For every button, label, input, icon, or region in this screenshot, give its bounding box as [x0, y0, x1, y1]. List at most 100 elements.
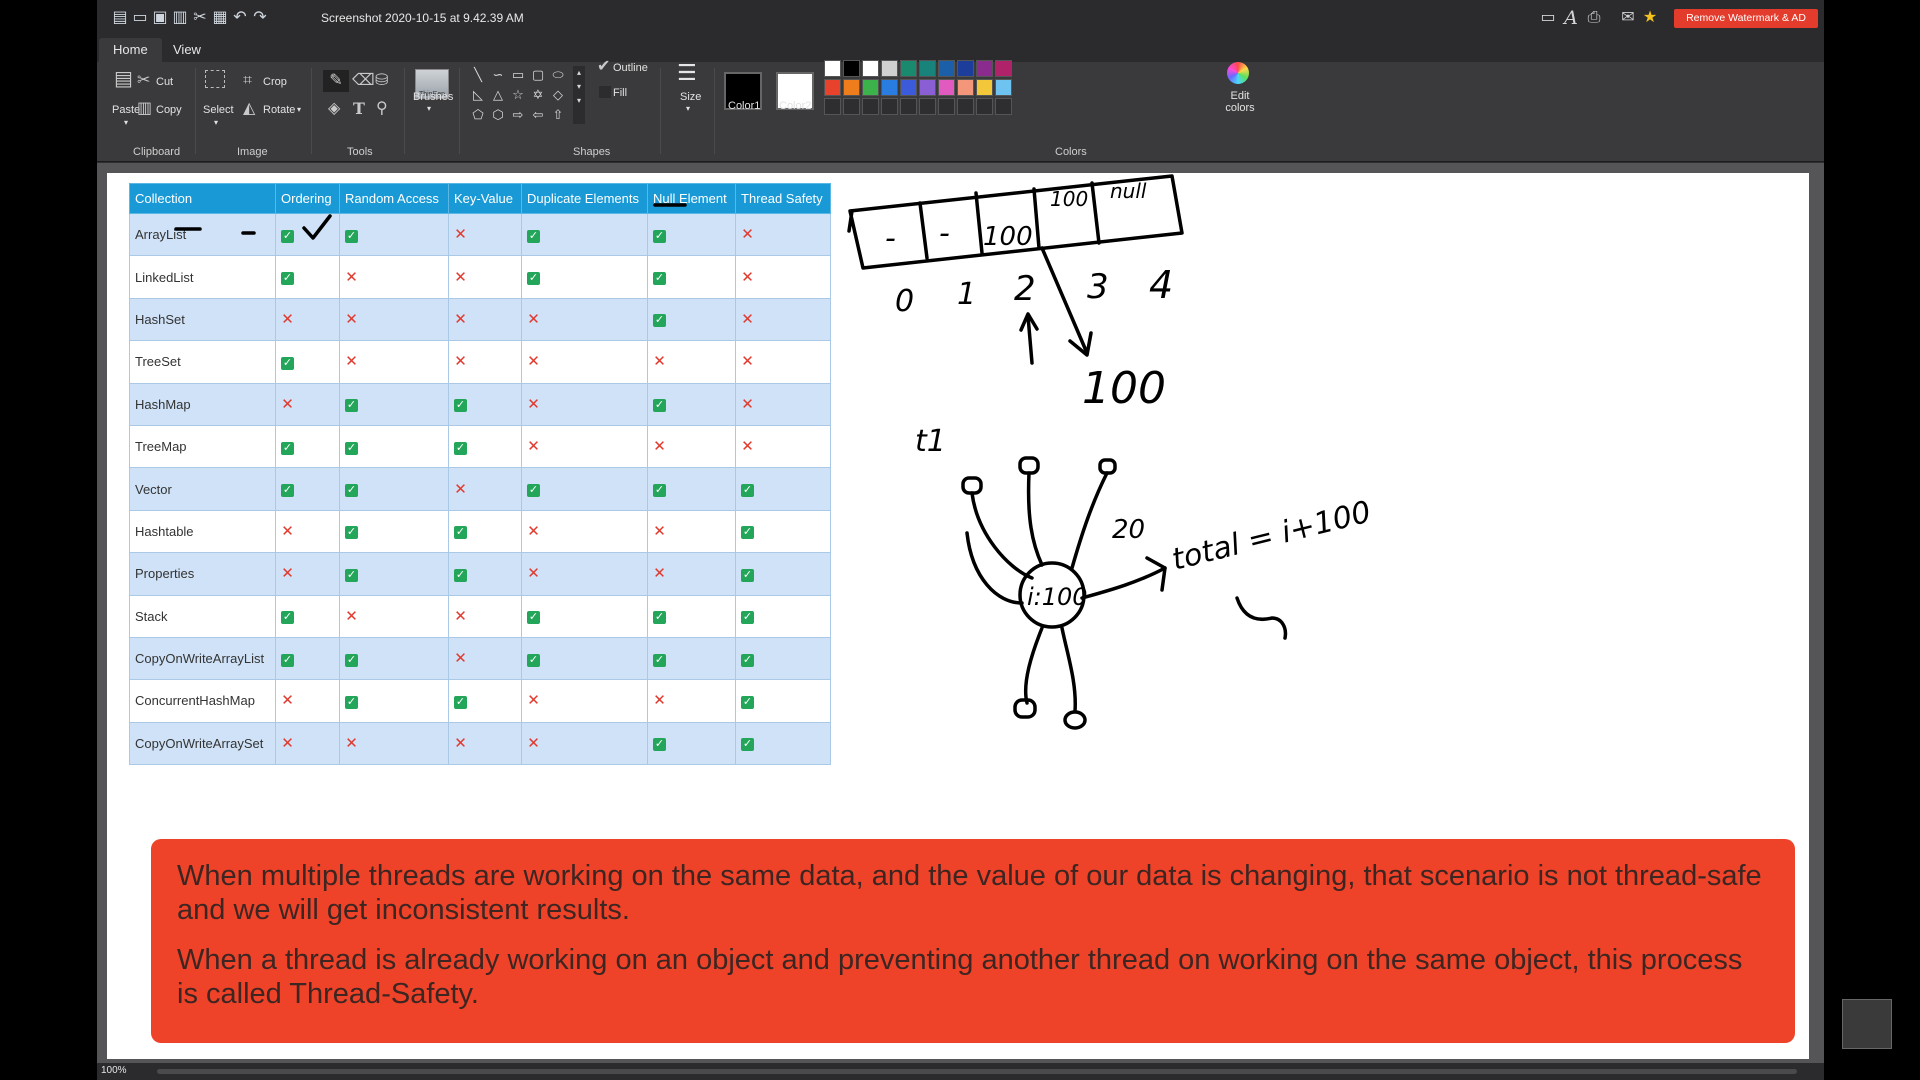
star-shape-icon[interactable]: ☆ — [509, 86, 527, 104]
diamond-shape-icon[interactable]: ◇ — [549, 86, 567, 104]
rectangle-shape-icon[interactable]: ▭ — [509, 66, 527, 84]
fill-button[interactable]: Fill — [613, 87, 627, 99]
star-icon[interactable]: ★ — [1639, 8, 1661, 28]
eraser-icon[interactable]: ⌫ — [352, 72, 375, 90]
magnifier-icon[interactable]: ⚲ — [376, 100, 388, 118]
mail-icon[interactable]: ✉ — [1617, 8, 1639, 28]
color-swatch[interactable] — [919, 79, 936, 96]
edit-colors-button[interactable]: Edit colors — [1223, 90, 1257, 114]
array-box-left-tick — [847, 209, 854, 233]
arrow-right-shape-icon[interactable]: ⇨ — [509, 106, 527, 124]
select-dropdown-icon[interactable]: ▾ — [214, 118, 218, 127]
outline-check-icon[interactable]: ✔ — [597, 58, 610, 76]
color-swatch[interactable] — [976, 79, 993, 96]
color-swatch[interactable] — [957, 60, 974, 77]
tab-view[interactable]: View — [159, 38, 215, 62]
right-triangle-shape-icon[interactable]: ◺ — [469, 86, 487, 104]
color-swatch[interactable] — [976, 60, 993, 77]
arrow-left-shape-icon[interactable]: ⇦ — [529, 106, 547, 124]
color-swatch[interactable] — [824, 79, 841, 96]
select-icon[interactable] — [205, 70, 225, 88]
print-icon[interactable]: ⎙ — [1583, 8, 1605, 28]
shapes-scroll-icon[interactable]: ▴ ▾ ▾ — [573, 66, 585, 124]
arrow-up-shape-icon[interactable]: ⇧ — [549, 106, 567, 124]
open-folder-icon[interactable]: ▭ — [131, 9, 149, 27]
color-swatch[interactable] — [957, 79, 974, 96]
save-as-icon[interactable]: ▥ — [171, 9, 189, 27]
copy-button[interactable]: Copy — [156, 104, 182, 116]
feature-cell: ✕ — [521, 382, 648, 426]
custom-color-slot[interactable] — [976, 98, 993, 115]
custom-color-slot[interactable] — [938, 98, 955, 115]
triangle-shape-icon[interactable]: △ — [489, 86, 507, 104]
redo-icon[interactable]: ↷ — [251, 9, 269, 27]
size-dropdown-icon[interactable]: ▾ — [686, 104, 690, 113]
star6-shape-icon[interactable]: ✡ — [529, 86, 547, 104]
size-button[interactable]: Size — [680, 91, 701, 103]
color-swatch[interactable] — [881, 79, 898, 96]
paste-icon[interactable]: ▤ — [114, 69, 133, 89]
curve-shape-icon[interactable]: ∽ — [489, 66, 507, 84]
custom-color-slot[interactable] — [900, 98, 917, 115]
color-swatch[interactable] — [843, 60, 860, 77]
paste-icon[interactable]: ▦ — [211, 9, 229, 27]
fill-box-icon[interactable] — [599, 86, 611, 98]
edit-colors-wheel-icon[interactable] — [1227, 62, 1249, 84]
custom-color-slot[interactable] — [995, 98, 1012, 115]
save-icon[interactable]: ▣ — [151, 9, 169, 27]
zoom-level[interactable]: 100% — [101, 1065, 127, 1076]
outline-button[interactable]: Outline — [613, 62, 648, 74]
color-swatch[interactable] — [995, 79, 1012, 96]
hexagon-shape-icon[interactable]: ⬡ — [489, 106, 507, 124]
tab-home[interactable]: Home — [99, 38, 162, 62]
custom-color-slot[interactable] — [843, 98, 860, 115]
cut-icon[interactable]: ✂ — [137, 72, 150, 90]
select-button[interactable]: Select — [203, 104, 234, 116]
copy-icon[interactable]: ▥ — [137, 100, 152, 118]
rotate-icon[interactable]: ◭ — [243, 100, 255, 118]
custom-color-slot[interactable] — [824, 98, 841, 115]
cut-icon[interactable]: ✂ — [191, 9, 209, 27]
brushes-dropdown-icon[interactable]: ▾ — [427, 104, 431, 113]
font-icon[interactable]: A — [1560, 8, 1582, 28]
drawing-canvas[interactable]: Collection Ordering Random Access Key-Va… — [107, 173, 1809, 1059]
size-lines-icon[interactable]: ☰ — [677, 62, 697, 84]
color-swatch[interactable] — [995, 60, 1012, 77]
custom-color-slot[interactable] — [881, 98, 898, 115]
rotate-dropdown-icon[interactable]: ▾ — [297, 105, 301, 114]
remove-watermark-button[interactable]: Remove Watermark & AD — [1674, 9, 1818, 28]
paste-button[interactable]: Paste — [112, 104, 140, 116]
horizontal-scrollbar[interactable] — [157, 1069, 1797, 1074]
crop-button[interactable]: Crop — [263, 76, 287, 88]
color-swatch[interactable] — [843, 79, 860, 96]
color-swatch[interactable] — [900, 60, 917, 77]
ellipse-shape-icon[interactable]: ⬭ — [549, 66, 567, 84]
custom-color-slot[interactable] — [862, 98, 879, 115]
color-swatch[interactable] — [824, 60, 841, 77]
color-swatch[interactable] — [862, 60, 879, 77]
line-shape-icon[interactable]: ╲ — [469, 66, 487, 84]
fill-icon[interactable]: ⛁ — [375, 72, 388, 90]
cut-button[interactable]: Cut — [156, 76, 173, 88]
crop-icon[interactable]: ⌗ — [243, 72, 252, 90]
color-swatch[interactable] — [919, 60, 936, 77]
paste-dropdown-icon[interactable]: ▾ — [124, 118, 128, 127]
color-swatch[interactable] — [862, 79, 879, 96]
pencil-icon[interactable]: ✎ — [323, 70, 349, 92]
color-swatch[interactable] — [881, 60, 898, 77]
undo-icon[interactable]: ↶ — [231, 9, 249, 27]
color-swatch[interactable] — [938, 60, 955, 77]
pentagon-shape-icon[interactable]: ⬠ — [469, 106, 487, 124]
custom-color-slot[interactable] — [919, 98, 936, 115]
feature-cell: ✓ — [735, 552, 831, 596]
color-swatch[interactable] — [900, 79, 917, 96]
color-picker-icon[interactable]: ◈ — [328, 100, 340, 118]
brushes-button[interactable]: Brushes — [413, 91, 453, 103]
new-file-icon[interactable]: ▤ — [111, 9, 129, 27]
window-icon[interactable]: ▭ — [1537, 8, 1559, 28]
color-swatch[interactable] — [938, 79, 955, 96]
rounded-rect-shape-icon[interactable]: ▢ — [529, 66, 547, 84]
custom-color-slot[interactable] — [957, 98, 974, 115]
rotate-button[interactable]: Rotate — [263, 104, 295, 116]
text-icon[interactable]: T — [353, 100, 365, 118]
